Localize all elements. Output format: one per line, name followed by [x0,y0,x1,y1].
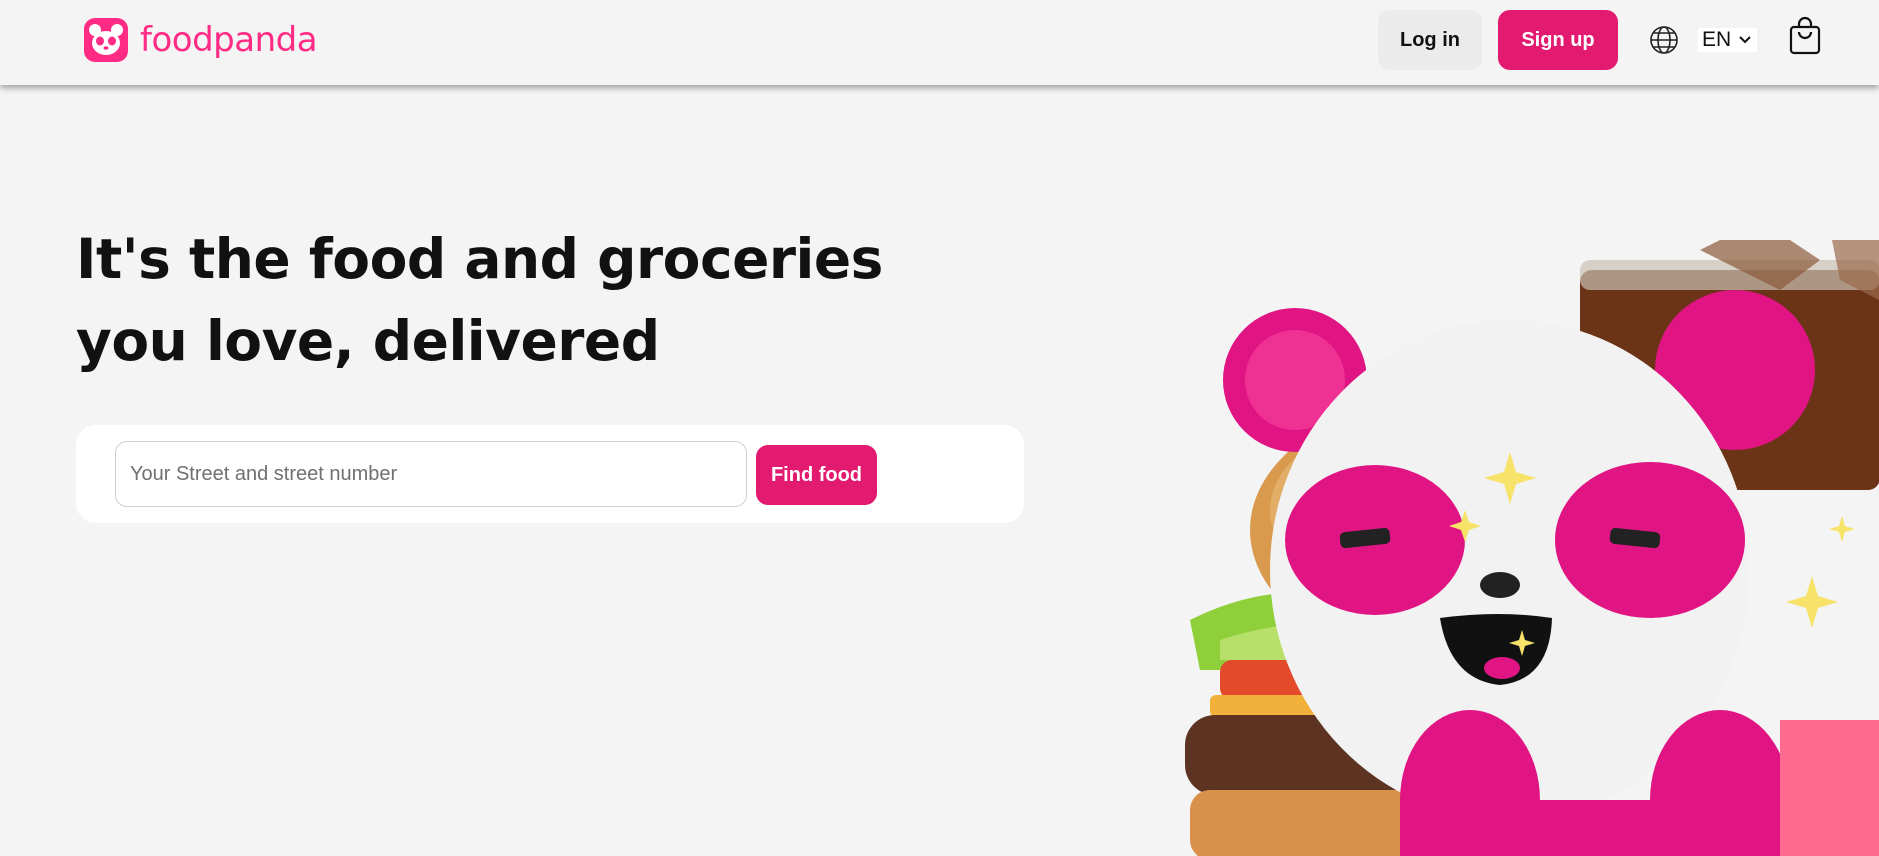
globe-icon [1650,26,1678,54]
panda-logo-icon [84,18,128,62]
chevron-down-icon [1739,36,1751,44]
language-selector[interactable]: EN [1648,22,1758,58]
site-header: foodpanda Log in Sign up EN [0,0,1879,85]
address-search-input[interactable] [115,441,747,507]
brand-logo[interactable]: foodpanda [84,18,318,62]
login-button[interactable]: Log in [1378,10,1482,70]
panda-hero-illustration [1140,240,1879,856]
cart-button[interactable] [1788,16,1822,61]
find-food-button[interactable]: Find food [756,445,877,505]
brand-name: foodpanda [140,20,318,60]
address-search-card: Find food [76,425,1024,523]
language-code: EN [1702,28,1732,51]
hero-headline: It's the food and groceries you love, de… [76,227,883,373]
signup-button[interactable]: Sign up [1498,10,1618,70]
language-label: EN [1698,28,1758,52]
shopping-bag-icon [1789,16,1821,55]
